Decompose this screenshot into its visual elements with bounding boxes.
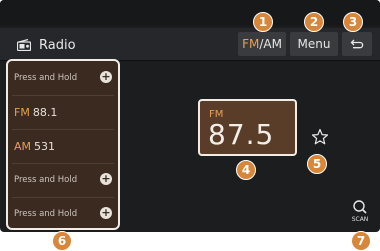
app-title: Radio [17, 35, 76, 55]
fm-am-am-label: AM [263, 37, 282, 51]
scan-label: SCAN [351, 216, 369, 223]
callout-badge-7: 7 [351, 231, 371, 251]
plus-icon: + [100, 206, 112, 219]
preset-frequency: 88.1 [32, 105, 58, 119]
fm-am-toggle-button[interactable]: FM / AM [238, 32, 286, 56]
preset-band: AM [14, 139, 32, 153]
preset-list: Press and Hold + FM 88.1 AM 531 Press an… [6, 59, 120, 230]
app-title-label: Radio [39, 37, 76, 53]
preset-slot-2[interactable]: FM 88.1 [8, 95, 118, 129]
preset-hold-label: Press and Hold [14, 175, 78, 185]
star-outline-icon[interactable] [311, 128, 329, 146]
preset-slot-5[interactable]: Press and Hold + [8, 197, 118, 228]
plus-icon: + [100, 172, 112, 185]
callout-badge-4: 4 [236, 160, 256, 180]
preset-hold-label: Press and Hold [14, 73, 78, 83]
callout-badge-2: 2 [304, 12, 324, 32]
back-arrow-icon [350, 39, 364, 49]
plus-icon: + [100, 70, 112, 83]
preset-hold-label: Press and Hold [14, 209, 78, 219]
scan-button[interactable]: SCAN [349, 199, 371, 225]
callout-badge-5: 5 [307, 154, 327, 174]
scan-icon [353, 200, 367, 214]
callout-badge-1: 1 [253, 12, 273, 32]
fm-am-fm-label: FM [242, 37, 260, 51]
preset-slot-3[interactable]: AM 531 [8, 129, 118, 163]
radio-screen: Radio FM / AM Menu Press and Hold + FM 88.… [0, 0, 380, 232]
menu-button[interactable]: Menu [290, 32, 338, 56]
menu-button-label: Menu [297, 37, 331, 51]
preset-slot-1[interactable]: Press and Hold + [8, 61, 118, 95]
preset-frequency: 531 [34, 139, 56, 153]
current-frequency-display: FM 87.5 [198, 99, 297, 156]
preset-slot-4[interactable]: Press and Hold + [8, 163, 118, 197]
current-frequency: 87.5 [208, 118, 275, 151]
preset-band: FM [14, 105, 30, 119]
back-button[interactable] [342, 32, 372, 56]
radio-icon [17, 39, 31, 51]
callout-badge-6: 6 [52, 231, 72, 251]
callout-badge-3: 3 [343, 12, 363, 32]
